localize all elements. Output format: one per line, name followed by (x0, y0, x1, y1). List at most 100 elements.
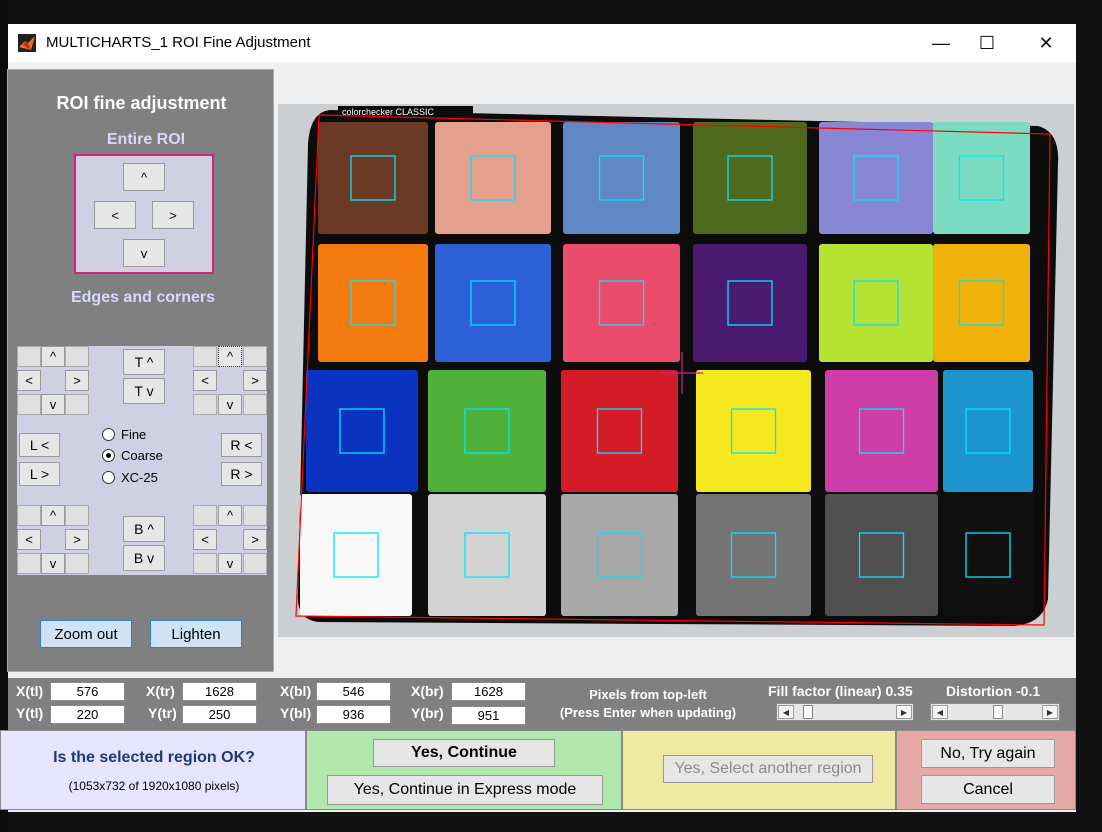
chart-image-view[interactable]: colorchecker CLASSIC (278, 104, 1074, 637)
coordinate-bar: X(tl) 576 Y(tl) 220 X(tr) 1628 Y(tr) 250… (8, 678, 1076, 730)
ytr-label: Y(tr) (148, 705, 177, 721)
fill-factor-decrease-icon[interactable]: ◀ (778, 705, 794, 719)
yes-express-mode-button[interactable]: Yes, Continue in Express mode (327, 775, 603, 805)
ytl-label: Y(tl) (16, 705, 44, 721)
radio-xc25[interactable] (102, 471, 115, 484)
corner-tl-up-button[interactable]: ^ (41, 346, 65, 367)
color-patch (318, 122, 428, 234)
color-patch (435, 244, 551, 362)
radio-fine[interactable] (102, 428, 115, 441)
corner-bl-up-button[interactable]: ^ (41, 505, 65, 526)
roi-control-panel: ROI fine adjustment Entire ROI ^ < > v E… (7, 69, 274, 672)
xtr-input[interactable]: 1628 (182, 682, 257, 701)
bottom-edge-up-button[interactable]: B ^ (123, 516, 165, 542)
corner-br-up-button[interactable]: ^ (218, 505, 242, 526)
color-patch (943, 494, 1033, 616)
xbr-input[interactable]: 1628 (451, 682, 526, 701)
distortion-slider[interactable]: ◀ ▶ (930, 703, 1060, 721)
corner-tl-center (41, 370, 65, 391)
corner-tr-cell (193, 394, 217, 415)
ytr-input[interactable]: 250 (182, 705, 257, 724)
entire-roi-pad: ^ < > v (74, 154, 214, 274)
step-option-fine[interactable]: Fine (102, 427, 146, 442)
corner-tr-down-button[interactable]: v (218, 394, 242, 415)
color-patch (825, 370, 938, 492)
fill-factor-increase-icon[interactable]: ▶ (896, 705, 912, 719)
distortion-increase-icon[interactable]: ▶ (1042, 705, 1058, 719)
bottom-edge-down-button[interactable]: B v (123, 545, 165, 571)
xbl-input[interactable]: 546 (316, 682, 391, 701)
color-patch (933, 244, 1030, 362)
corner-tl-cell (65, 394, 89, 415)
corner-br-center (218, 529, 242, 550)
fill-factor-thumb[interactable] (802, 705, 813, 719)
radio-coarse-selected[interactable] (102, 449, 115, 462)
color-patch (563, 244, 680, 362)
corner-br-down-button[interactable]: v (218, 553, 242, 574)
fill-factor-slider[interactable]: ◀ ▶ (776, 703, 914, 721)
corner-tl-right-button[interactable]: > (65, 370, 89, 391)
corner-bl-center (41, 529, 65, 550)
ybr-label: Y(br) (411, 705, 444, 721)
corner-tr-left-button[interactable]: < (193, 370, 217, 391)
corner-tl-left-button[interactable]: < (17, 370, 41, 391)
xbr-label: X(br) (411, 683, 444, 699)
color-patch (696, 494, 811, 616)
corner-br-cell (243, 505, 267, 526)
step-coarse-label: Coarse (121, 448, 163, 463)
yes-continue-button[interactable]: Yes, Continue (373, 739, 555, 767)
top-edge-up-button[interactable]: T ^ (123, 349, 165, 375)
ybl-input[interactable]: 936 (316, 705, 391, 724)
entire-roi-down-button[interactable]: v (123, 239, 165, 267)
step-option-xc25[interactable]: XC-25 (102, 470, 158, 485)
fill-factor-label: Fill factor (linear) 0.35 (768, 683, 913, 699)
entire-roi-up-button[interactable]: ^ (123, 163, 165, 191)
colorchecker-photo[interactable]: colorchecker CLASSIC (278, 104, 1074, 637)
corner-bl-left-button[interactable]: < (17, 529, 41, 550)
distortion-thumb[interactable] (993, 705, 1003, 719)
entire-roi-left-button[interactable]: < (94, 201, 136, 229)
left-edge-left-button[interactable]: L < (19, 433, 60, 457)
zoom-out-button[interactable]: Zoom out (40, 620, 132, 648)
matlab-app-icon (18, 34, 36, 52)
corner-br-left-button[interactable]: < (193, 529, 217, 550)
ybr-input[interactable]: 951 (451, 706, 526, 725)
ybl-label: Y(bl) (280, 705, 312, 721)
lighten-button[interactable]: Lighten (150, 620, 242, 648)
step-xc25-label: XC-25 (121, 470, 158, 485)
color-patch (300, 494, 412, 616)
ytl-input[interactable]: 220 (50, 705, 125, 724)
color-patch (693, 244, 807, 362)
step-option-coarse[interactable]: Coarse (102, 448, 163, 463)
color-patch (561, 370, 678, 492)
corner-bl-right-button[interactable]: > (65, 529, 89, 550)
corner-br-right-button[interactable]: > (243, 529, 267, 550)
color-patch (933, 122, 1030, 234)
corner-br-cell (243, 553, 267, 574)
yes-select-another-region-button[interactable]: Yes, Select another region (663, 755, 873, 783)
no-try-again-button[interactable]: No, Try again (921, 739, 1055, 768)
top-edge-down-button[interactable]: T v (123, 378, 165, 404)
color-patch (693, 122, 807, 234)
right-edge-right-button[interactable]: R > (221, 462, 262, 486)
right-edge-left-button[interactable]: R < (221, 433, 262, 457)
left-edge-right-button[interactable]: L > (19, 462, 60, 486)
corner-tl-cell (65, 346, 89, 367)
question-text: Is the selected region OK? (53, 749, 255, 766)
corner-tr-up-button[interactable]: ^ (218, 346, 242, 367)
xtl-label: X(tl) (16, 683, 44, 699)
close-button[interactable]: ✕ (1019, 24, 1073, 62)
corner-bl-down-button[interactable]: v (41, 553, 65, 574)
color-patch (318, 244, 428, 362)
color-patch (819, 244, 933, 362)
entire-roi-right-button[interactable]: > (152, 201, 194, 229)
color-patch (943, 370, 1033, 492)
maximize-button[interactable]: ☐ (960, 24, 1014, 62)
cancel-button[interactable]: Cancel (921, 775, 1055, 804)
corner-tr-right-button[interactable]: > (243, 370, 267, 391)
color-patch (819, 122, 933, 234)
step-fine-label: Fine (121, 427, 147, 442)
xtl-input[interactable]: 576 (50, 682, 125, 701)
distortion-decrease-icon[interactable]: ◀ (932, 705, 948, 719)
corner-tl-down-button[interactable]: v (41, 394, 65, 415)
